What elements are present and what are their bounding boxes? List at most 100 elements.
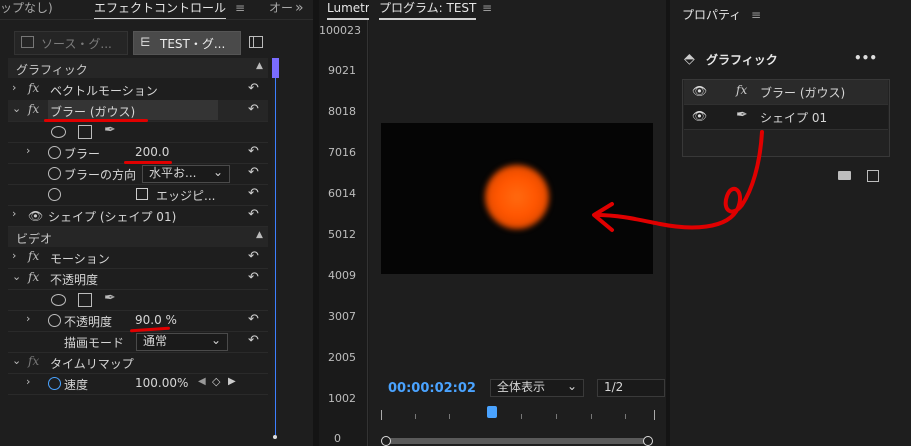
- stopwatch-icon[interactable]: [48, 146, 61, 159]
- speed-value[interactable]: 100.00%: [135, 376, 188, 390]
- ellipse-mask-icon[interactable]: [51, 126, 66, 138]
- chevron-down-icon[interactable]: ⌄: [12, 102, 21, 115]
- chevron-down-icon[interactable]: ⌄: [12, 270, 21, 283]
- reset-icon[interactable]: ↶: [248, 81, 259, 96]
- rectangle-mask-icon[interactable]: [78, 293, 92, 307]
- chevron-right-icon[interactable]: ›: [12, 207, 16, 220]
- chevron-right-icon[interactable]: ›: [26, 375, 30, 388]
- toggle-timeline-icon[interactable]: [249, 36, 263, 48]
- edge-checkbox[interactable]: [136, 188, 148, 200]
- layer-row-shape[interactable]: 👁 ✒ シェイプ 01: [684, 105, 888, 130]
- blur-value[interactable]: 200.0: [135, 145, 169, 159]
- opacity-label: 不透明度: [64, 315, 113, 329]
- property-row-speed[interactable]: › 速度 100.00% ◀ ◇ ▶: [8, 373, 268, 395]
- annotation-underline-blur-value: [124, 161, 172, 164]
- chevron-right-icon[interactable]: ›: [12, 81, 16, 94]
- opacity-group-label: 不透明度: [50, 273, 99, 287]
- property-row-blur-direction[interactable]: ブラーの方向 水平お... ⌄ ↶: [8, 163, 268, 185]
- section-video[interactable]: ビデオ ▲: [8, 227, 268, 247]
- clip-icon: [21, 36, 34, 48]
- program-menu-icon[interactable]: ≡: [482, 1, 492, 15]
- chevron-right-icon[interactable]: ›: [26, 312, 30, 325]
- video-frame[interactable]: [381, 123, 653, 274]
- rectangle-mask-icon[interactable]: [78, 125, 92, 139]
- scale-tick: 5012: [328, 228, 356, 241]
- playhead-marker[interactable]: [487, 406, 497, 418]
- effect-row-time-remap[interactable]: ⌄ fx タイムリマップ: [8, 352, 268, 374]
- keyframe-next-icon[interactable]: ▶: [228, 376, 236, 387]
- zoom-handle-left[interactable]: [381, 436, 391, 446]
- reset-icon[interactable]: ↶: [248, 186, 259, 201]
- tab-previous[interactable]: ップなし): [0, 0, 53, 18]
- tab-lumetri[interactable]: Lumetri: [327, 0, 374, 20]
- tab-properties[interactable]: プロパティ: [682, 7, 741, 25]
- timecode[interactable]: 00:00:02:02: [388, 381, 476, 396]
- playhead-line[interactable]: [275, 60, 276, 435]
- reset-icon[interactable]: ↶: [248, 102, 259, 117]
- tab-effect-controls[interactable]: エフェクトコントロール: [94, 0, 227, 20]
- opacity-value[interactable]: 90.0 %: [135, 313, 177, 327]
- blur-direction-dropdown[interactable]: 水平お... ⌄: [142, 165, 230, 183]
- folder-icon[interactable]: [838, 171, 851, 180]
- reset-icon[interactable]: ↶: [248, 249, 259, 264]
- tab-audio[interactable]: オー: [269, 0, 293, 18]
- fx-icon[interactable]: fx: [28, 249, 39, 263]
- zoom-dropdown[interactable]: 全体表示 ⌄: [490, 379, 584, 397]
- zoom-handle-right[interactable]: [643, 436, 653, 446]
- pen-mask-icon[interactable]: ✒: [104, 122, 116, 138]
- stopwatch-icon[interactable]: [48, 188, 61, 201]
- time-ruler[interactable]: [381, 406, 657, 420]
- time-remap-label: タイムリマップ: [50, 357, 134, 371]
- fx-icon[interactable]: fx: [28, 81, 39, 95]
- layer-row-blur[interactable]: 👁 fx ブラー (ガウス): [684, 80, 888, 105]
- fx-icon[interactable]: fx: [28, 102, 39, 116]
- playhead-handle[interactable]: [272, 58, 279, 78]
- resolution-dropdown[interactable]: 1/2: [597, 379, 665, 397]
- property-row-blend-mode[interactable]: 描画モード 通常 ⌄ ↶: [8, 331, 268, 353]
- effect-row-motion[interactable]: › fx モーション ↶: [8, 247, 268, 269]
- source-clip-selector[interactable]: ソース・グ...: [14, 31, 128, 55]
- more-tabs-icon[interactable]: »: [295, 0, 304, 18]
- mask-tools-row: ✒: [8, 121, 268, 143]
- eye-icon[interactable]: 👁: [28, 209, 43, 223]
- collapse-up-icon[interactable]: ▲: [256, 61, 263, 71]
- keyframe-add-icon[interactable]: ◇: [212, 375, 220, 388]
- section-graphic[interactable]: グラフィック ▲: [8, 58, 268, 78]
- stopwatch-icon[interactable]: [48, 167, 61, 180]
- ellipse-mask-icon[interactable]: [51, 294, 66, 306]
- reset-icon[interactable]: ↶: [248, 333, 259, 348]
- chevron-right-icon[interactable]: ›: [12, 249, 16, 262]
- more-options-icon[interactable]: •••: [854, 51, 877, 65]
- eye-icon[interactable]: 👁: [692, 109, 707, 123]
- pen-mask-icon[interactable]: ✒: [104, 290, 116, 306]
- chevron-down-icon[interactable]: ⌄: [12, 354, 21, 367]
- new-layer-icon[interactable]: [867, 170, 879, 182]
- effect-panel-menu-icon[interactable]: ≡: [235, 1, 245, 15]
- reset-icon[interactable]: ↶: [248, 312, 259, 327]
- eye-icon[interactable]: 👁: [692, 84, 707, 98]
- effect-row-shape[interactable]: › 👁 シェイプ (シェイプ 01) ↶: [8, 205, 268, 227]
- blur-gauss-label: ブラー (ガウス): [50, 105, 136, 119]
- fx-icon[interactable]: fx: [28, 270, 39, 284]
- fx-icon[interactable]: fx: [28, 354, 39, 368]
- blend-mode-dropdown[interactable]: 通常 ⌄: [136, 333, 228, 351]
- effect-row-vector-motion[interactable]: › fx ベクトルモーション ↶: [8, 79, 268, 101]
- reset-icon[interactable]: ↶: [248, 165, 259, 180]
- chevron-right-icon[interactable]: ›: [26, 144, 30, 157]
- properties-menu-icon[interactable]: ≡: [751, 8, 761, 22]
- scale-tick: 0: [334, 432, 341, 445]
- reset-icon[interactable]: ↶: [248, 144, 259, 159]
- reset-icon[interactable]: ↶: [248, 207, 259, 222]
- keyframe-prev-icon[interactable]: ◀: [198, 376, 206, 387]
- property-row-edge[interactable]: エッジピ... ↶: [8, 184, 268, 206]
- tab-program-monitor[interactable]: プログラム: TEST: [379, 0, 477, 20]
- sequence-clip-selector[interactable]: ⋿ TEST・グ...: [133, 31, 241, 55]
- reset-icon[interactable]: ↶: [248, 270, 259, 285]
- stopwatch-icon[interactable]: [48, 314, 61, 327]
- pen-icon: ✒: [736, 107, 748, 123]
- stopwatch-icon[interactable]: [48, 377, 61, 390]
- effect-row-opacity[interactable]: ⌄ fx 不透明度 ↶: [8, 268, 268, 290]
- chevron-down-icon: ⌄: [213, 165, 224, 179]
- zoom-scroll-bar[interactable]: [383, 438, 649, 444]
- collapse-up-icon[interactable]: ▲: [256, 230, 263, 240]
